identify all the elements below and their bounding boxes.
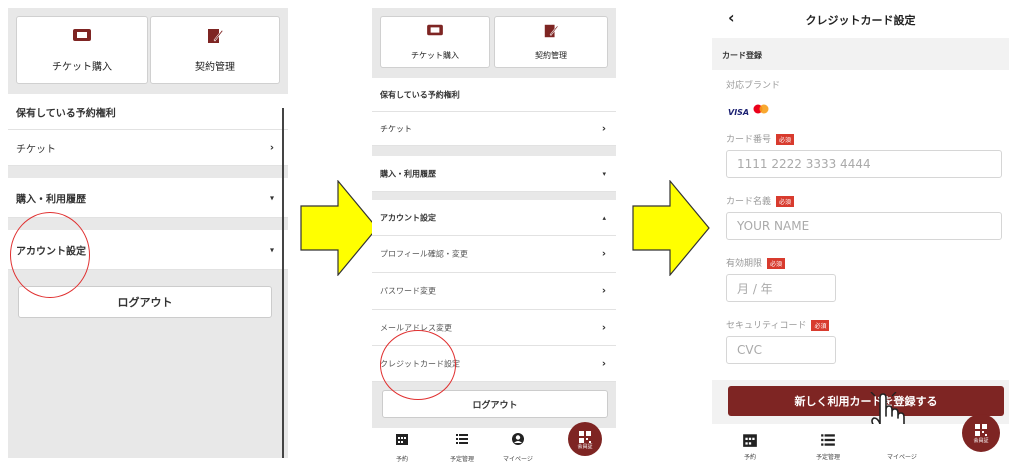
member-card-button[interactable]: 会員証	[962, 414, 1000, 452]
required-badge: 必須	[767, 258, 786, 269]
list-icon[interactable]	[450, 432, 474, 449]
chevron-right-icon: ›	[269, 142, 274, 153]
chevron-down-icon: ▾	[602, 169, 606, 178]
menu-item-profile[interactable]: プロフィール確認・変更 ›	[372, 236, 616, 273]
header-bar: ‹ クレジットカード設定	[712, 0, 1009, 38]
nav-label-mypage: マイページ	[503, 456, 533, 463]
required-badge: 必須	[776, 134, 795, 145]
panel-3: ‹ クレジットカード設定 カード登録 対応ブランド VISA カード番号 必須 1…	[712, 0, 1009, 466]
menu-item-password[interactable]: パスワード変更 ›	[372, 273, 616, 310]
required-badge: 必須	[776, 196, 795, 207]
contract-management-label: 契約管理	[195, 62, 235, 73]
menu-item-ticket[interactable]: チケット ›	[372, 112, 616, 146]
arrow-right-icon	[632, 179, 710, 277]
contract-management-button[interactable]: 契約管理	[150, 16, 280, 84]
expiry-label: 有効期限 必須	[726, 256, 786, 269]
calendar-icon[interactable]	[390, 432, 414, 449]
section-title: 保有している予約権利	[372, 78, 616, 112]
chevron-right-icon: ›	[601, 123, 606, 134]
chevron-down-icon: ▾	[269, 245, 274, 254]
security-code-label: セキュリティコード 必須	[726, 318, 830, 331]
chevron-down-icon: ▾	[269, 193, 274, 202]
arrow-right-icon	[300, 179, 378, 277]
page-title: クレジットカード設定	[805, 14, 916, 27]
contract-management-label: 契約管理	[535, 51, 567, 60]
form-area: 対応ブランド VISA カード番号 必須 1111 2222 3333 4444 …	[712, 70, 1009, 380]
visa-icon: VISA	[728, 108, 750, 117]
required-badge: 必須	[811, 320, 830, 331]
menu-item-history[interactable]: 購入・利用履歴 ▾	[372, 156, 616, 192]
chevron-right-icon: ›	[601, 358, 606, 369]
member-card-button[interactable]: 会員証	[568, 422, 602, 456]
scrollbar[interactable]	[282, 108, 284, 458]
calendar-icon[interactable]	[738, 432, 762, 451]
nav-label-member-card: 会員証	[973, 438, 989, 444]
ticket-icon	[381, 23, 489, 41]
ticket-purchase-label: チケット購入	[52, 62, 112, 73]
user-icon[interactable]	[506, 432, 530, 449]
security-code-field[interactable]: CVC	[726, 336, 836, 364]
nav-label-reserve: 予約	[395, 456, 408, 463]
brands-label: 対応ブランド	[726, 81, 781, 91]
bottom-nav: 予約 予定管理 マイページ 会員証	[712, 414, 1009, 466]
nav-label-schedule: 予定管理	[449, 456, 474, 463]
nav-label-schedule: 予定管理	[815, 454, 840, 461]
contract-management-button[interactable]: 契約管理	[494, 16, 608, 68]
mastercard-icon	[752, 99, 770, 114]
bottom-nav: 予約 予定管理 マイページ 会員証	[372, 422, 616, 466]
ticket-icon	[17, 27, 147, 45]
menu-item-ticket[interactable]: チケット ›	[8, 130, 288, 166]
nav-label-member-card: 会員証	[577, 444, 593, 450]
ticket-purchase-button[interactable]: チケット購入	[16, 16, 148, 84]
ticket-purchase-label: チケット購入	[411, 51, 459, 60]
card-name-label: カード名義 必須	[726, 194, 795, 207]
highlight-circle	[380, 330, 456, 400]
highlight-circle	[10, 212, 90, 298]
card-name-field[interactable]: YOUR NAME	[726, 212, 1002, 240]
chevron-right-icon: ›	[601, 285, 606, 297]
nav-label-mypage: マイページ	[887, 454, 917, 461]
card-number-field[interactable]: 1111 2222 3333 4444	[726, 150, 1002, 178]
contract-edit-icon	[151, 27, 279, 45]
menu-item-account-settings[interactable]: アカウント設定 ▴	[372, 200, 616, 236]
section-title: 保有している予約権利	[8, 94, 288, 130]
contract-edit-icon	[495, 23, 607, 41]
nav-label-reserve: 予約	[743, 454, 756, 461]
chevron-right-icon: ›	[601, 322, 606, 333]
ticket-purchase-button[interactable]: チケット購入	[380, 16, 490, 68]
list-icon[interactable]	[816, 432, 840, 451]
chevron-up-icon: ▴	[602, 213, 606, 222]
chevron-right-icon: ›	[601, 248, 606, 260]
section-card-registration: カード登録	[722, 51, 762, 60]
card-number-label: カード番号 必須	[726, 132, 795, 145]
expiry-field[interactable]: 月 / 年	[726, 274, 836, 302]
